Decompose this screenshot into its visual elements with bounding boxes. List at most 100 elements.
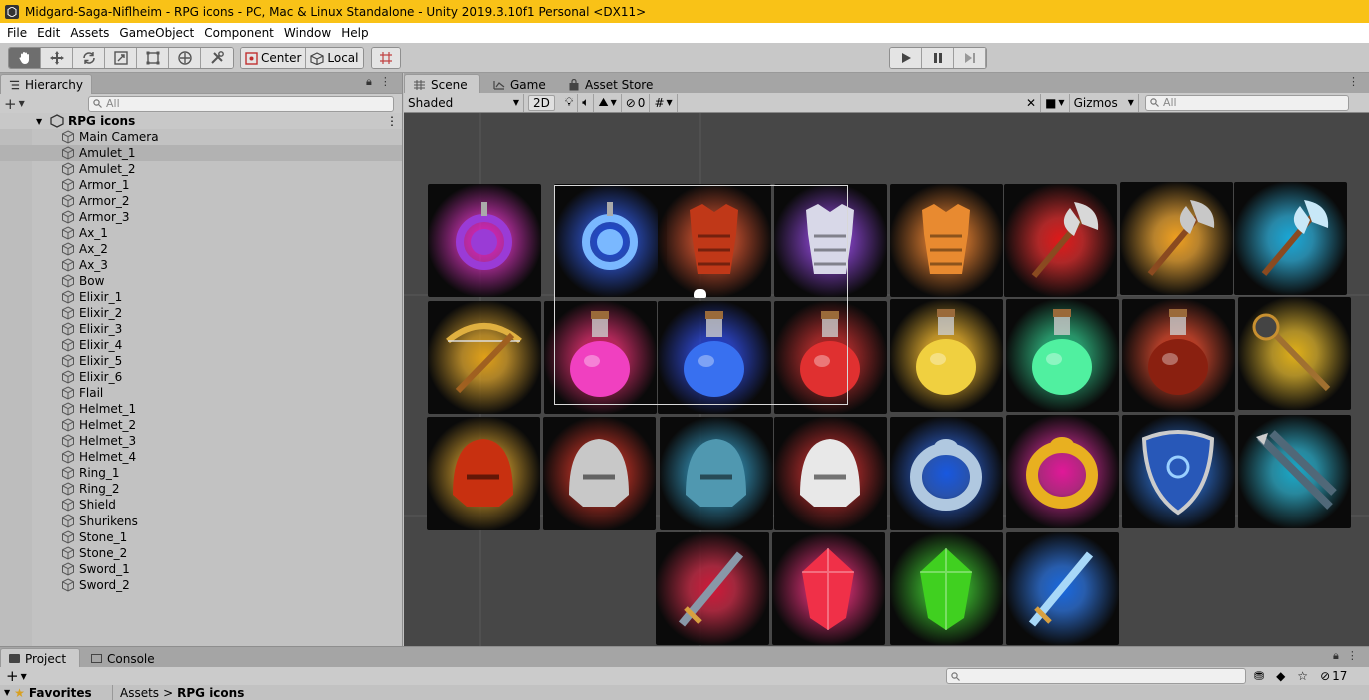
hierarchy-item[interactable]: Elixir_6: [0, 369, 402, 385]
effects-dropdown[interactable]: ⛰︎ ▼: [594, 93, 622, 112]
grid-dropdown[interactable]: # ▼: [650, 93, 678, 112]
elixir-6-icon[interactable]: [1122, 299, 1235, 412]
sword-1-icon[interactable]: [656, 532, 769, 645]
hierarchy-item[interactable]: Ring_1: [0, 465, 402, 481]
favorites-label[interactable]: Favorites: [29, 686, 92, 700]
elixir-1-icon[interactable]: [544, 301, 657, 414]
panel-menu-icon[interactable]: ⋮: [1347, 649, 1358, 663]
rect-tool-button[interactable]: [137, 48, 169, 68]
hierarchy-item[interactable]: Ax_3: [0, 257, 402, 273]
scene-viewport[interactable]: [404, 113, 1369, 646]
move-tool-button[interactable]: [41, 48, 73, 68]
hierarchy-item[interactable]: Flail: [0, 385, 402, 401]
tab-console[interactable]: Console: [82, 648, 164, 668]
hierarchy-item[interactable]: Ring_2: [0, 481, 402, 497]
scene-root-row[interactable]: ▼ RPG icons ⋮: [0, 113, 402, 129]
gizmos-dropdown[interactable]: Gizmos ▼: [1070, 93, 1139, 112]
hierarchy-item[interactable]: Stone_1: [0, 529, 402, 545]
tab-asset-store[interactable]: Asset Store: [559, 74, 662, 94]
hierarchy-item[interactable]: Sword_2: [0, 577, 402, 593]
ring-1-icon[interactable]: [890, 417, 1003, 530]
shurikens-icon[interactable]: [1238, 415, 1351, 528]
scale-tool-button[interactable]: [105, 48, 137, 68]
menu-help[interactable]: Help: [336, 23, 373, 43]
menu-component[interactable]: Component: [199, 23, 279, 43]
scene-menu-icon[interactable]: ⋮: [386, 114, 398, 128]
amulet-2-icon[interactable]: [554, 184, 667, 297]
hierarchy-item[interactable]: Armor_3: [0, 209, 402, 225]
armor-1-icon[interactable]: [658, 184, 771, 297]
pivot-mode-button[interactable]: Center: [241, 48, 307, 68]
elixir-3-icon[interactable]: [774, 301, 887, 414]
elixir-2-icon[interactable]: [658, 301, 771, 414]
scene-panel-menu-icon[interactable]: ⋮: [1348, 75, 1359, 88]
audio-toggle[interactable]: 🔈︎: [578, 93, 595, 112]
hierarchy-item[interactable]: Elixir_3: [0, 321, 402, 337]
bow-icon[interactable]: [428, 301, 541, 414]
hierarchy-item[interactable]: Amulet_2: [0, 161, 402, 177]
ax-2-icon[interactable]: [1120, 182, 1233, 295]
filter-by-label-icon[interactable]: ◆: [1276, 669, 1285, 683]
helmet-2-icon[interactable]: [543, 417, 656, 530]
helmet-4-icon[interactable]: [774, 417, 887, 530]
ax-1-icon[interactable]: [1004, 184, 1117, 297]
hierarchy-search-input[interactable]: All: [88, 95, 394, 112]
play-button[interactable]: [890, 48, 922, 68]
camera-dropdown[interactable]: ■ ▼: [1041, 93, 1070, 112]
hierarchy-item[interactable]: Elixir_2: [0, 305, 402, 321]
hierarchy-item[interactable]: Helmet_1: [0, 401, 402, 417]
amulet-1-icon[interactable]: [428, 184, 541, 297]
rotate-tool-button[interactable]: [73, 48, 105, 68]
scene-tools-button[interactable]: ✕: [1022, 93, 1042, 112]
hierarchy-item[interactable]: Amulet_1: [0, 145, 402, 161]
ring-2-icon[interactable]: [1006, 415, 1119, 528]
hierarchy-item[interactable]: Shurikens: [0, 513, 402, 529]
pivot-rotation-button[interactable]: Local: [306, 48, 363, 68]
hierarchy-item[interactable]: Armor_1: [0, 177, 402, 193]
grid-snap-button[interactable]: [372, 48, 400, 68]
menu-gameobject[interactable]: GameObject: [114, 23, 199, 43]
hierarchy-item[interactable]: Elixir_4: [0, 337, 402, 353]
menu-window[interactable]: Window: [279, 23, 336, 43]
tab-game[interactable]: Game: [484, 74, 555, 94]
lock-icon[interactable]: 🔒︎: [366, 75, 372, 89]
tab-project[interactable]: Project: [0, 648, 80, 668]
toggle-2d-button[interactable]: 2D: [528, 94, 555, 111]
hierarchy-item[interactable]: Elixir_5: [0, 353, 402, 369]
elixir-4-icon[interactable]: [890, 299, 1003, 412]
hierarchy-item[interactable]: Elixir_1: [0, 289, 402, 305]
project-search-input[interactable]: [946, 668, 1246, 684]
menu-edit[interactable]: Edit: [32, 23, 65, 43]
hierarchy-item[interactable]: Bow: [0, 273, 402, 289]
tab-hierarchy[interactable]: Hierarchy: [0, 74, 92, 94]
hierarchy-item[interactable]: Helmet_4: [0, 449, 402, 465]
lock-icon[interactable]: 🔒︎: [1333, 649, 1339, 663]
hidden-packages-toggle[interactable]: ⊘ 17: [1320, 669, 1347, 683]
stone-1-icon[interactable]: [772, 532, 885, 645]
step-button[interactable]: [954, 48, 986, 68]
menu-file[interactable]: File: [2, 23, 32, 43]
ax-3-icon[interactable]: [1234, 182, 1347, 295]
helmet-3-icon[interactable]: [660, 417, 773, 530]
hand-tool-button[interactable]: [9, 48, 41, 68]
hierarchy-item[interactable]: Ax_2: [0, 241, 402, 257]
pivot-handle[interactable]: [694, 289, 706, 298]
hierarchy-item[interactable]: Shield: [0, 497, 402, 513]
hierarchy-item[interactable]: Ax_1: [0, 225, 402, 241]
foldout-arrow-icon[interactable]: ▼: [4, 688, 10, 697]
panel-menu-icon[interactable]: ⋮: [380, 75, 391, 89]
hierarchy-item[interactable]: Stone_2: [0, 545, 402, 561]
foldout-arrow-icon[interactable]: ▼: [36, 117, 46, 126]
transform-tool-button[interactable]: [169, 48, 201, 68]
armor-2-icon[interactable]: [774, 184, 887, 297]
sword-2-icon[interactable]: [1006, 532, 1119, 645]
helmet-1-icon[interactable]: [427, 417, 540, 530]
hidden-objects-toggle[interactable]: ⊘ 0: [622, 93, 651, 112]
custom-tool-button[interactable]: [201, 48, 233, 68]
breadcrumb-rpg-icons[interactable]: RPG icons: [177, 686, 244, 700]
create-dropdown[interactable]: + ▼: [4, 95, 84, 113]
flail-icon[interactable]: [1238, 297, 1351, 410]
breadcrumb-assets[interactable]: Assets: [120, 686, 159, 700]
draw-mode-dropdown[interactable]: Shaded ▼: [404, 93, 524, 112]
shield-icon[interactable]: [1122, 415, 1235, 528]
